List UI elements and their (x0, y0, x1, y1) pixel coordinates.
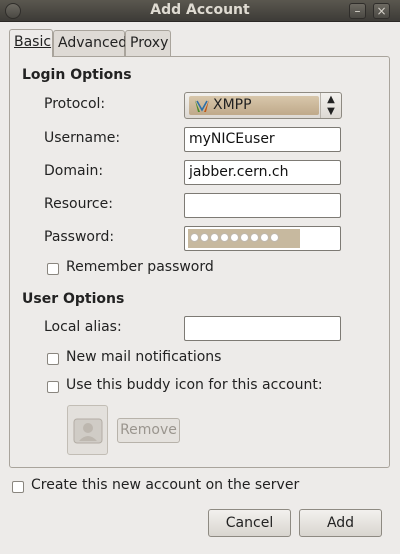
tab-advanced-label: Advanced (58, 35, 128, 51)
password-mask (188, 229, 300, 248)
tab-advanced[interactable]: Advanced (53, 30, 128, 56)
buddy-icon-label[interactable]: Use this buddy icon for this account: (66, 377, 323, 393)
buddy-icon-button[interactable] (67, 405, 108, 455)
cancel-button-label: Cancel (225, 515, 274, 531)
combo-arrows-icon: ▲ ▼ (320, 93, 341, 118)
login-options-heading: Login Options (22, 67, 132, 83)
remove-button-label: Remove (120, 422, 177, 438)
resource-label: Resource: (44, 196, 113, 212)
xmpp-logo-icon (195, 100, 209, 112)
local-alias-label: Local alias: (44, 319, 122, 335)
new-mail-label[interactable]: New mail notifications (66, 349, 221, 365)
username-field[interactable]: myNICEuser (184, 127, 341, 152)
domain-label: Domain: (44, 163, 104, 179)
resource-field[interactable] (184, 193, 341, 218)
new-mail-checkbox[interactable] (47, 353, 59, 365)
tab-basic[interactable]: Basic (9, 29, 53, 57)
remove-button[interactable]: Remove (117, 418, 180, 443)
protocol-value: XMPP (213, 97, 252, 113)
title-bar: Add Account – × (0, 0, 400, 22)
window-title: Add Account (150, 2, 250, 18)
buddy-icon-placeholder (73, 418, 103, 444)
remember-password-checkbox[interactable] (47, 263, 59, 275)
protocol-combo-inner: XMPP (189, 96, 319, 115)
password-label: Password: (44, 229, 115, 245)
tab-proxy[interactable]: Proxy (125, 30, 171, 56)
protocol-label: Protocol: (44, 96, 106, 112)
close-button[interactable]: × (373, 3, 390, 19)
create-account-label[interactable]: Create this new account on the server (31, 477, 299, 493)
remember-password-label[interactable]: Remember password (66, 259, 214, 275)
create-account-checkbox[interactable] (12, 481, 24, 493)
add-button-label: Add (326, 515, 355, 531)
password-field[interactable] (184, 226, 341, 251)
protocol-combo[interactable]: XMPP ▲ ▼ (184, 92, 342, 119)
user-options-heading: User Options (22, 291, 125, 307)
local-alias-field[interactable] (184, 316, 341, 341)
add-button[interactable]: Add (299, 509, 382, 537)
minimize-button[interactable]: – (349, 3, 366, 19)
cancel-button[interactable]: Cancel (208, 509, 291, 537)
tab-proxy-label: Proxy (130, 35, 169, 51)
username-label: Username: (44, 130, 121, 146)
domain-field[interactable]: jabber.cern.ch (184, 160, 341, 185)
tab-basic-label: Basic (14, 34, 52, 50)
buddy-icon-checkbox[interactable] (47, 381, 59, 393)
